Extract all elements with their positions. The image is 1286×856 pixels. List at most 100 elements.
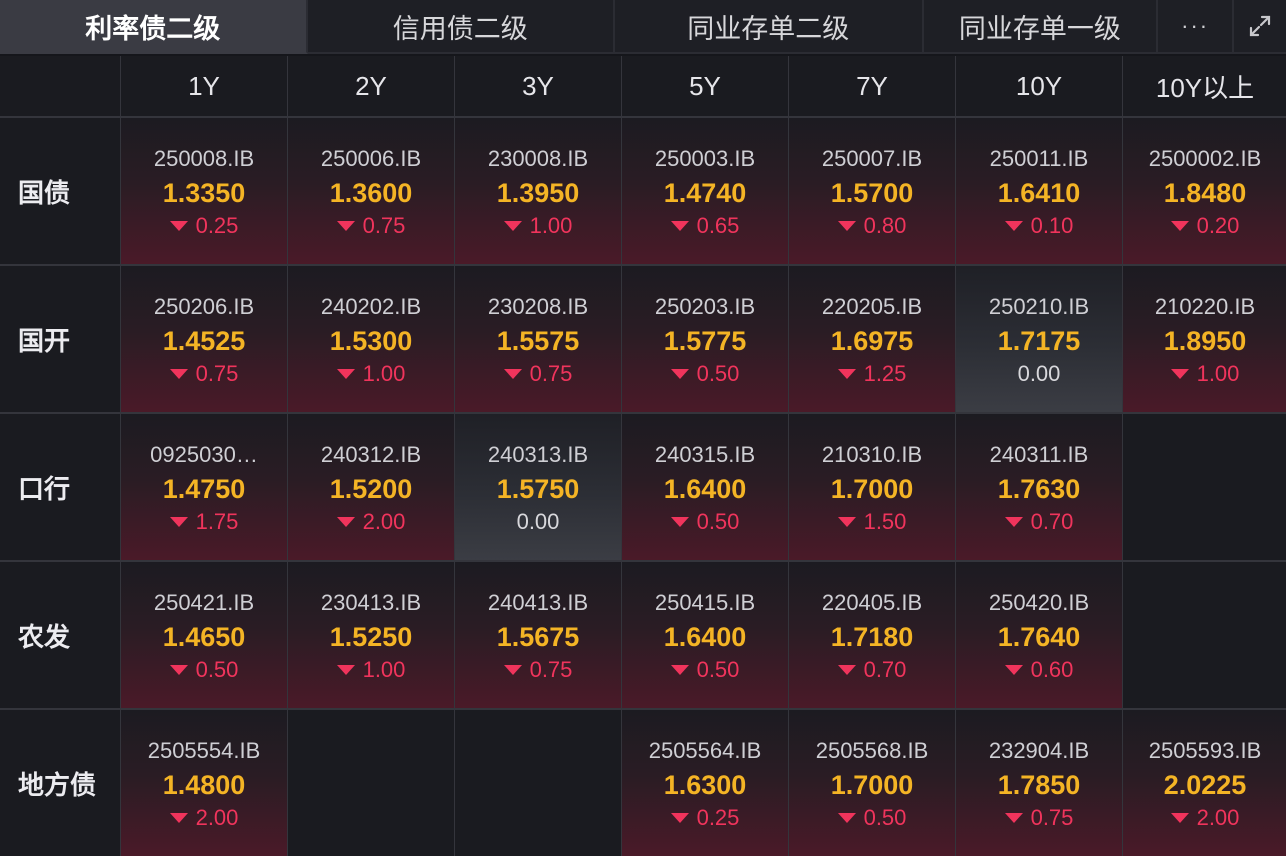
bond-quote-cell[interactable]: 230008.IB 1.3950 1.00 — [455, 118, 621, 264]
bond-quote-cell[interactable]: 2505593.IB 2.0225 2.00 — [1123, 710, 1286, 856]
down-triangle-icon — [837, 369, 856, 379]
change-value: 0.00 — [516, 509, 560, 534]
change-value: 0.00 — [1017, 361, 1061, 386]
tab-ncd-secondary[interactable]: 同业存单二级 — [615, 0, 924, 54]
tab-credit-bond-secondary[interactable]: 信用债二级 — [307, 0, 616, 54]
bond-quote-cell[interactable]: 0925030… 1.4750 1.75 — [121, 414, 287, 560]
bond-change: 0.80 — [837, 211, 906, 241]
bond-code: 250006.IB — [320, 146, 422, 171]
bond-change: 2.00 — [169, 803, 238, 833]
tab-rate-bond-secondary[interactable]: 利率债二级 — [0, 0, 308, 54]
more-icon[interactable]: ··· — [1158, 0, 1235, 54]
bond-quote-cell[interactable]: 220405.IB 1.7180 0.70 — [789, 562, 955, 708]
bond-yield: 1.5750 — [496, 474, 580, 504]
change-value: 0.50 — [195, 657, 239, 682]
bond-quote-cell[interactable]: 250420.IB 1.7640 0.60 — [956, 562, 1122, 708]
bond-yield: 1.7180 — [830, 622, 914, 652]
bond-quote-cell[interactable]: 2505554.IB 1.4800 2.00 — [121, 710, 287, 856]
bond-quote-cell[interactable]: 250203.IB 1.5775 0.50 — [622, 266, 788, 412]
change-value: 0.20 — [1196, 213, 1240, 238]
column-header-5Y: 5Y — [622, 56, 788, 116]
change-value: 0.75 — [195, 361, 239, 386]
bond-yield: 1.6410 — [997, 178, 1081, 208]
bond-yield: 1.4740 — [663, 178, 747, 208]
bond-code: 250421.IB — [153, 590, 255, 615]
bond-quote-cell[interactable]: 250007.IB 1.5700 0.80 — [789, 118, 955, 264]
bond-quote-cell[interactable]: 2505568.IB 1.7000 0.50 — [789, 710, 955, 856]
bond-yield: 1.7000 — [830, 474, 914, 504]
bond-quote-cell[interactable]: 250206.IB 1.4525 0.75 — [121, 266, 287, 412]
bond-quote-cell[interactable]: 250210.IB 1.7175 0.00 — [956, 266, 1122, 412]
bond-quote-cell[interactable]: 250003.IB 1.4740 0.65 — [622, 118, 788, 264]
bond-quote-cell[interactable]: 240413.IB 1.5675 0.75 — [455, 562, 621, 708]
change-value: 1.75 — [195, 509, 239, 534]
down-triangle-icon — [169, 517, 188, 527]
row-label: 国债 — [0, 118, 120, 264]
bond-yield: 1.7000 — [830, 770, 914, 800]
bond-code: 240312.IB — [320, 442, 422, 467]
bond-code: 240315.IB — [654, 442, 756, 467]
bond-yield: 1.5775 — [663, 326, 747, 356]
bond-quote-cell[interactable]: 250006.IB 1.3600 0.75 — [288, 118, 454, 264]
change-value: 1.00 — [529, 213, 573, 238]
bond-quote-cell[interactable]: 250421.IB 1.4650 0.50 — [121, 562, 287, 708]
change-value: 0.70 — [863, 657, 907, 682]
bond-change: 1.25 — [837, 359, 906, 389]
bond-yield: 1.3350 — [162, 178, 246, 208]
bond-quote-cell[interactable]: 210220.IB 1.8950 1.00 — [1123, 266, 1286, 412]
down-triangle-icon — [670, 665, 689, 675]
yield-matrix: 1Y 2Y 3Y 5Y 7Y 10Y 10Y以上 国债 250008.IB 1.3350 0.25 2… — [0, 56, 1286, 856]
bond-quote-cell[interactable]: 250011.IB 1.6410 0.10 — [956, 118, 1122, 264]
row-label: 地方债 — [0, 710, 120, 856]
bond-yield: 1.6975 — [830, 326, 914, 356]
bond-quote-cell[interactable]: 240315.IB 1.6400 0.50 — [622, 414, 788, 560]
bond-change: 0.10 — [1004, 211, 1074, 241]
bond-change: 0.70 — [837, 655, 907, 685]
bond-quote-cell[interactable]: 230208.IB 1.5575 0.75 — [455, 266, 621, 412]
bond-change: 0.60 — [1004, 655, 1073, 685]
bond-code: 2505593.IB — [1148, 738, 1262, 763]
bond-quote-cell[interactable]: 230413.IB 1.5250 1.00 — [288, 562, 454, 708]
change-value: 2.00 — [362, 509, 406, 534]
down-triangle-icon — [837, 221, 856, 231]
bond-quote-cell[interactable]: 240311.IB 1.7630 0.70 — [956, 414, 1122, 560]
bond-quote-cell[interactable]: 240202.IB 1.5300 1.00 — [288, 266, 454, 412]
tab-ncd-primary[interactable]: 同业存单一级 — [923, 0, 1159, 54]
bond-code: 250008.IB — [153, 146, 255, 171]
down-triangle-icon — [336, 517, 355, 527]
empty-cell — [1123, 562, 1286, 708]
bond-change: 0.75 — [1004, 803, 1073, 833]
bond-yield: 2.0225 — [1163, 770, 1247, 800]
change-value: 0.75 — [362, 213, 406, 238]
expand-icon[interactable] — [1234, 0, 1286, 54]
empty-cell — [288, 710, 454, 856]
bond-quote-cell[interactable]: 2505564.IB 1.6300 0.25 — [622, 710, 788, 856]
bond-change: 0.00 — [517, 507, 560, 537]
bond-yield: 1.4525 — [162, 326, 246, 356]
bond-change: 0.75 — [503, 655, 572, 685]
bond-change: 1.50 — [837, 507, 906, 537]
change-value: 0.10 — [1030, 213, 1074, 238]
change-value: 1.00 — [1196, 361, 1240, 386]
bond-quote-cell[interactable]: 2500002.IB 1.8480 0.20 — [1123, 118, 1286, 264]
bond-quote-cell[interactable]: 240313.IB 1.5750 0.00 — [455, 414, 621, 560]
bond-quote-cell[interactable]: 240312.IB 1.5200 2.00 — [288, 414, 454, 560]
bond-yield: 1.4750 — [162, 474, 246, 504]
bond-yield: 1.7850 — [997, 770, 1081, 800]
bond-code: 0925030… — [150, 442, 258, 467]
bond-quote-cell[interactable]: 250008.IB 1.3350 0.25 — [121, 118, 287, 264]
change-value: 0.50 — [696, 361, 740, 386]
bond-change: 0.70 — [1004, 507, 1073, 537]
column-header-1Y: 1Y — [121, 56, 287, 116]
bond-change: 0.50 — [837, 803, 906, 833]
bond-quote-cell[interactable]: 210310.IB 1.7000 1.50 — [789, 414, 955, 560]
down-triangle-icon — [837, 813, 856, 823]
bond-code: 2505568.IB — [815, 738, 929, 763]
bond-quote-cell[interactable]: 250415.IB 1.6400 0.50 — [622, 562, 788, 708]
bond-change: 0.75 — [336, 211, 406, 241]
down-triangle-icon — [503, 369, 522, 379]
bond-quote-cell[interactable]: 232904.IB 1.7850 0.75 — [956, 710, 1122, 856]
down-triangle-icon — [1170, 813, 1189, 823]
bond-yield: 1.7175 — [997, 326, 1081, 356]
bond-quote-cell[interactable]: 220205.IB 1.6975 1.25 — [789, 266, 955, 412]
